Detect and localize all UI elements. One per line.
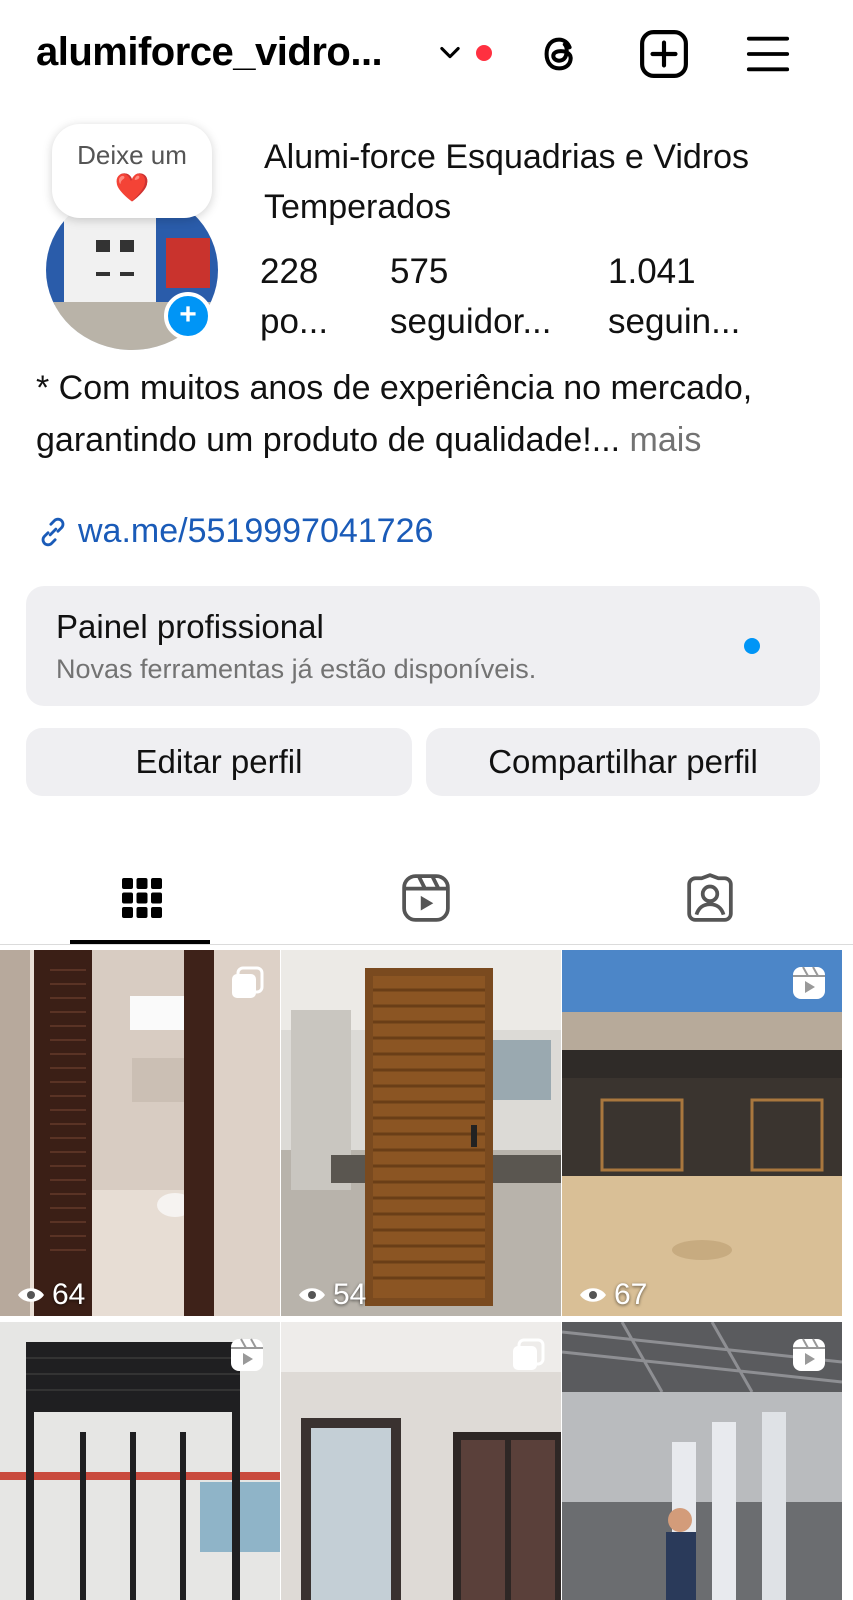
create-plus-icon[interactable] <box>638 28 690 80</box>
link-text[interactable]: wa.me/5519997041726 <box>78 512 433 551</box>
grid-post[interactable]: 67 <box>562 950 842 1316</box>
tab-posts[interactable] <box>0 856 284 940</box>
tab-divider <box>0 944 853 945</box>
view-count: 67 <box>578 1278 647 1312</box>
stat-following[interactable]: 1.041 seguin... <box>608 250 740 350</box>
new-indicator-dot <box>744 638 760 654</box>
hamburger-menu-icon[interactable] <box>742 28 794 80</box>
link-icon <box>41 517 65 546</box>
edit-profile-button[interactable]: Editar perfil <box>26 728 412 796</box>
view-count: 64 <box>16 1278 85 1312</box>
reel-icon <box>793 1338 825 1371</box>
external-link[interactable]: wa.me/5519997041726 <box>36 512 433 551</box>
professional-dashboard-card[interactable]: Painel profissional Novas ferramentas já… <box>26 586 820 706</box>
tab-reels[interactable] <box>284 856 568 940</box>
threads-icon[interactable] <box>534 28 586 80</box>
share-profile-button[interactable]: Compartilhar perfil <box>426 728 820 796</box>
notification-dot <box>476 45 492 61</box>
stat-value: 228 <box>260 252 319 291</box>
stat-value: 575 <box>390 252 449 291</box>
add-story-plus-icon[interactable]: + <box>164 292 212 340</box>
tagged-icon <box>687 873 733 922</box>
grid-icon <box>122 878 162 918</box>
play-views-icon <box>18 1288 44 1302</box>
grid-post[interactable] <box>0 1322 280 1600</box>
play-views-icon <box>580 1288 606 1302</box>
reel-icon <box>231 1338 263 1371</box>
grid-post[interactable]: 64 <box>0 950 280 1316</box>
view-count-text: 54 <box>333 1278 367 1311</box>
bio: * Com muitos anos de experiência no merc… <box>36 362 826 466</box>
reels-icon <box>402 874 450 922</box>
stat-label: po... <box>260 302 329 341</box>
heart-emoji: ❤️ <box>114 172 150 203</box>
account-switcher-username[interactable]: alumiforce_vidro... <box>36 30 383 75</box>
play-views-icon <box>299 1288 325 1302</box>
stat-label: seguidor... <box>390 302 552 341</box>
stat-followers[interactable]: 575 seguidor... <box>390 250 552 350</box>
tab-tagged[interactable] <box>568 856 852 940</box>
view-count-text: 64 <box>52 1278 86 1311</box>
note-bubble[interactable]: Deixe um ❤️ <box>52 124 212 218</box>
stat-label: seguin... <box>608 302 741 341</box>
panel-title: Painel profissional <box>56 608 324 645</box>
panel-subtitle: Novas ferramentas já estão disponíveis. <box>56 654 537 684</box>
view-count-text: 67 <box>614 1278 648 1311</box>
reel-icon <box>793 966 825 999</box>
view-count: 54 <box>297 1278 366 1312</box>
grid-post[interactable] <box>281 1322 561 1600</box>
display-name: Alumi-force Esquadrias e Vidros Temperad… <box>264 138 750 226</box>
stat-posts[interactable]: 228 po... <box>260 250 328 350</box>
profile-header: alumiforce_vidro... <box>0 0 853 110</box>
grid-post[interactable]: 54 <box>281 950 561 1316</box>
grid-post[interactable] <box>562 1322 842 1600</box>
stat-value: 1.041 <box>608 252 696 291</box>
carousel-icon <box>232 966 264 998</box>
bio-more-link[interactable]: mais <box>620 421 702 459</box>
note-text: Deixe um <box>77 140 187 170</box>
chevron-down-icon[interactable] <box>436 38 464 66</box>
carousel-icon <box>513 1338 545 1370</box>
